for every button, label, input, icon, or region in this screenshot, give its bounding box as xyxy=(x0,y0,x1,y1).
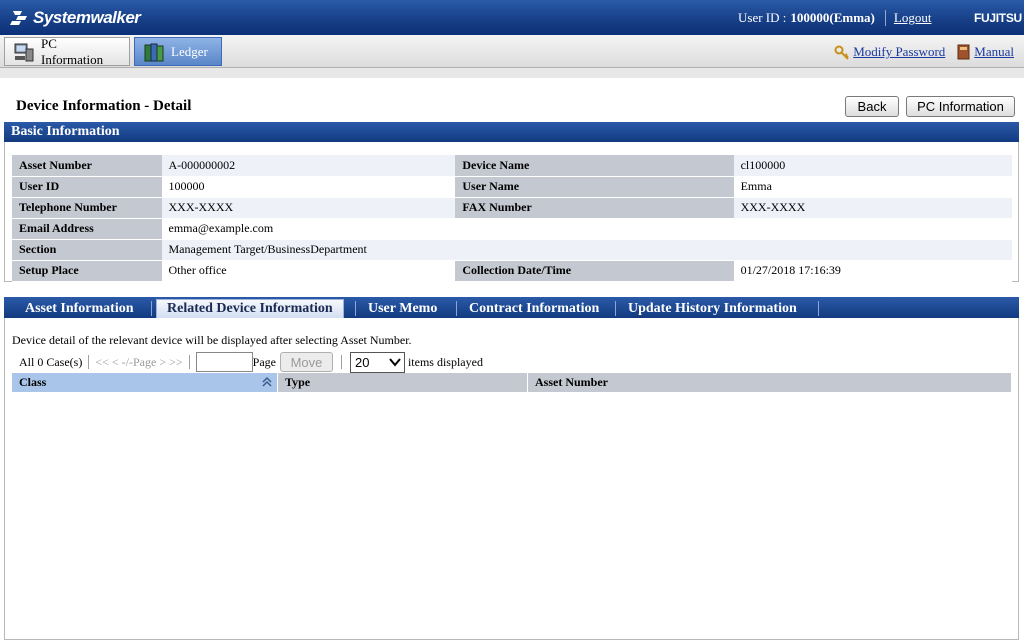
page-number-input[interactable] xyxy=(195,352,253,372)
pager-divider xyxy=(188,355,190,369)
info-label: FAX Number xyxy=(455,197,734,219)
column-header-type[interactable]: Type xyxy=(278,373,528,392)
info-empty-cell xyxy=(733,239,1012,261)
tab-separator xyxy=(615,301,616,316)
related-description: Device detail of the relevant device wil… xyxy=(12,333,412,347)
column-header-asset-number[interactable]: Asset Number xyxy=(528,373,1012,392)
top-header: Systemwalker User ID : 100000(Emma) Logo… xyxy=(0,0,1024,35)
info-value: 01/27/2018 17:16:39 xyxy=(733,260,1012,282)
sort-ascending-icon[interactable] xyxy=(261,376,273,388)
info-label: User Name xyxy=(455,176,734,198)
tab-asset-information[interactable]: Asset Information xyxy=(15,299,144,318)
info-value: Emma xyxy=(733,176,1012,198)
last-page-link[interactable]: >> xyxy=(169,355,183,370)
nav-tab-label: PC Information xyxy=(41,35,104,67)
info-label: Email Address xyxy=(12,218,162,240)
app-logo: Systemwalker xyxy=(10,6,141,30)
info-value: emma@example.com xyxy=(161,218,456,240)
case-count: All 0 Case(s) xyxy=(19,354,83,369)
items-displayed-label: items displayed xyxy=(407,354,483,369)
modify-password-link[interactable]: Modify Password xyxy=(853,44,945,60)
info-row: Asset Number A-000000002 Device Name cl1000… xyxy=(12,155,1012,177)
info-label: Section xyxy=(12,239,162,261)
info-row: Setup Place Other office Collection Date/T… xyxy=(12,260,1012,282)
detail-tab-bar: Asset Information Related Device Informa… xyxy=(4,297,1019,318)
column-header-label: Type xyxy=(285,375,311,389)
pc-icon xyxy=(14,43,34,61)
nav-tab-pc-information[interactable]: PC Information xyxy=(4,35,130,67)
info-label: Device Name xyxy=(455,155,734,177)
first-page-link[interactable]: << xyxy=(95,355,109,370)
pc-information-button[interactable]: PC Information xyxy=(906,96,1015,117)
items-per-page-select[interactable]: 20 xyxy=(349,351,405,373)
move-button[interactable]: Move xyxy=(279,352,333,372)
pager-divider xyxy=(340,355,342,369)
toolbar-spacer xyxy=(0,68,1024,78)
chevron-down-icon xyxy=(389,358,401,367)
manual-book-icon xyxy=(957,44,970,60)
tab-user-memo[interactable]: User Memo xyxy=(358,299,447,318)
tab-separator xyxy=(355,301,356,316)
systemwalker-logo-icon xyxy=(10,11,27,25)
page-label: Page xyxy=(252,354,276,369)
user-id-label: User ID : xyxy=(738,10,787,25)
info-value: 100000 xyxy=(161,176,456,198)
manual-link[interactable]: Manual xyxy=(974,44,1014,60)
nav-tab-ledger[interactable]: Ledger xyxy=(134,37,222,66)
info-value: Management Target/BusinessDepartment xyxy=(161,239,456,261)
info-label: Setup Place xyxy=(12,260,162,282)
tab-related-device-information[interactable]: Related Device Information xyxy=(156,299,344,318)
prev-page-link[interactable]: < xyxy=(112,355,119,370)
info-row: User ID 100000 User Name Emma xyxy=(12,176,1012,198)
tab-separator xyxy=(151,301,152,316)
tab-separator xyxy=(818,301,819,316)
info-value: A-000000002 xyxy=(161,155,456,177)
key-icon xyxy=(834,45,849,60)
info-empty-cell xyxy=(455,218,734,240)
pager: All 0 Case(s) << < -/-Page > >> Page Mov… xyxy=(19,351,483,373)
vendor-logo: FUJITSU xyxy=(974,11,1022,25)
column-header-label: Asset Number xyxy=(535,375,608,389)
info-value: XXX-XXXX xyxy=(733,197,1012,219)
info-value: XXX-XXXX xyxy=(161,197,456,219)
tab-separator xyxy=(456,301,457,316)
user-info: User ID : 100000(Emma) Logout xyxy=(738,10,931,26)
ledger-icon xyxy=(144,43,164,61)
column-header-label: Class xyxy=(19,375,47,389)
user-id-value: 100000(Emma) xyxy=(790,10,875,25)
next-page-link[interactable]: > xyxy=(159,355,166,370)
items-per-page-value: 20 xyxy=(354,354,370,370)
page-indicator: -/-Page xyxy=(121,354,157,369)
nav-links: Modify Password Manual xyxy=(824,44,1014,60)
info-value: cl100000 xyxy=(733,155,1012,177)
app-name: Systemwalker xyxy=(33,8,141,27)
related-device-list-header: Class Type Asset Number xyxy=(12,373,1012,392)
info-empty-cell xyxy=(455,239,734,261)
pager-divider xyxy=(88,355,90,369)
info-label: Collection Date/Time xyxy=(455,260,734,282)
nav-tab-label: Ledger xyxy=(171,43,208,59)
tab-update-history-information[interactable]: Update History Information xyxy=(618,299,807,318)
header-divider xyxy=(884,10,886,26)
logout-link[interactable]: Logout xyxy=(894,10,932,26)
tab-contract-information[interactable]: Contract Information xyxy=(459,299,609,318)
basic-information-header: Basic Information xyxy=(4,122,1019,142)
info-row: Section Management Target/BusinessDepartm… xyxy=(12,239,1012,261)
basic-information-table: Asset Number A-000000002 Device Name cl1000… xyxy=(12,155,1012,282)
back-button[interactable]: Back xyxy=(845,96,899,117)
info-label: Telephone Number xyxy=(12,197,162,219)
info-empty-cell xyxy=(733,218,1012,240)
nav-bar: PC Information Ledger Modify Password Ma… xyxy=(0,35,1024,68)
info-row: Telephone Number XXX-XXXX FAX Number XXX-XX… xyxy=(12,197,1012,219)
info-row: Email Address emma@example.com xyxy=(12,218,1012,240)
column-header-class[interactable]: Class xyxy=(12,373,278,392)
info-label: User ID xyxy=(12,176,162,198)
page-title: Device Information - Detail xyxy=(16,98,192,114)
info-label: Asset Number xyxy=(12,155,162,177)
info-value: Other office xyxy=(161,260,456,282)
